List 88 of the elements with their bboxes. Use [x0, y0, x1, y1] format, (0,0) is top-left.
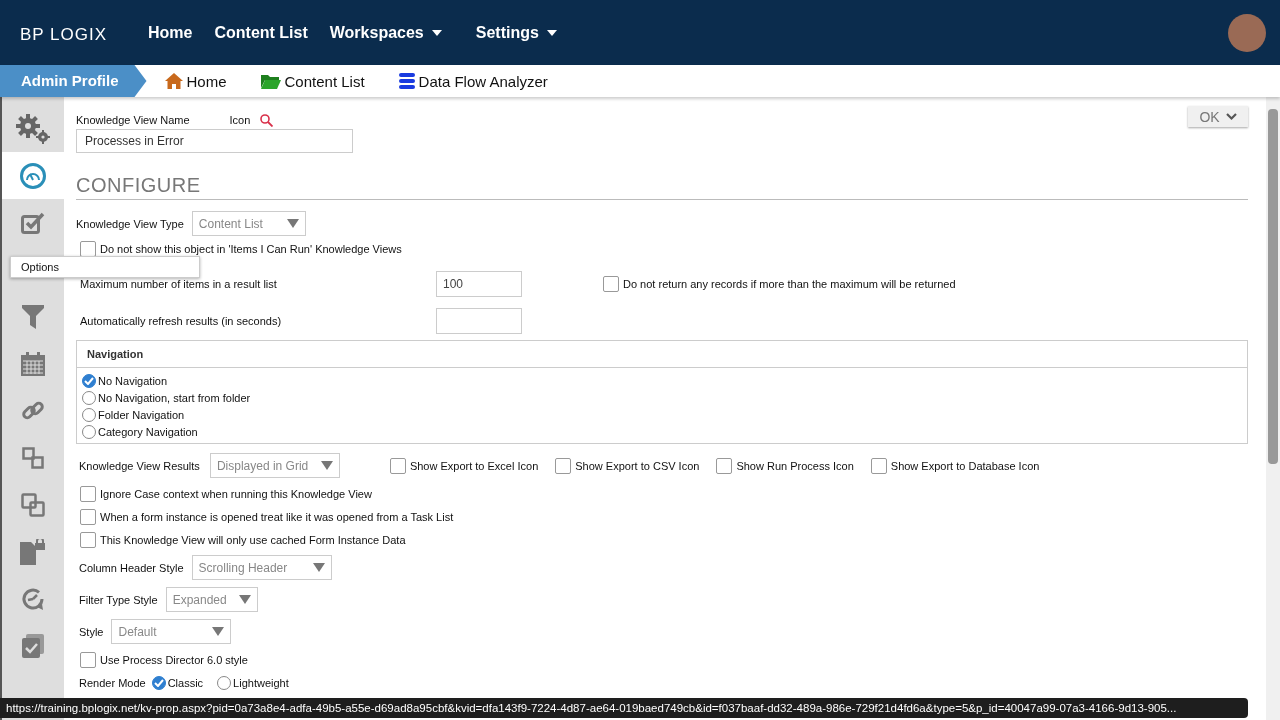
checkbox[interactable]	[80, 652, 96, 668]
calendar-icon	[21, 351, 45, 376]
caret-icon	[320, 461, 333, 470]
radio-button[interactable]	[82, 407, 96, 422]
checkbox-icon	[21, 211, 45, 234]
caret-icon	[286, 219, 299, 228]
caret-icon	[312, 563, 325, 572]
checkbox[interactable]	[80, 532, 96, 548]
caret-icon	[212, 627, 225, 636]
name-input-field[interactable]: Processes in Error	[76, 129, 353, 153]
select-dropdown[interactable]: Displayed in Grid	[209, 453, 340, 478]
gears-icon	[16, 113, 50, 144]
checkbox-label: Show Export to Excel Icon	[409, 459, 539, 472]
radio-button[interactable]	[82, 424, 96, 439]
status-bar-url: https://training.bplogix.net/kv-prop.aspx?pid=0a73a8e4-adfa-49b5-a55e-d69ad8a95cbf&kvid=dfa143f9-7224-4d87-ae64-019baed749cb&id=f037baaf-dd32-489a-986e-729f21d4fd6a&type=5&p_id=40047a99-07a3-4166-9d13-905...	[0, 698, 1248, 718]
checkbox[interactable]	[80, 486, 96, 502]
checked-document-icon	[22, 633, 44, 658]
radio-button[interactable]	[217, 675, 232, 690]
caret-icon	[546, 29, 557, 36]
field-label: Column Header Style	[79, 561, 184, 574]
number-input-field[interactable]: 100	[436, 271, 522, 297]
checkbox[interactable]	[80, 509, 96, 525]
radio-label: Category Navigation	[98, 425, 198, 438]
checkbox-label: Show Run Process Icon	[736, 459, 854, 472]
checkbox[interactable]	[389, 457, 406, 474]
database-icon	[398, 73, 415, 89]
radio-button[interactable]	[82, 373, 96, 388]
field-label: Icon	[229, 114, 251, 126]
field-label: Style	[79, 625, 104, 638]
checkbox-label: Show Export to CSV Icon	[575, 459, 700, 472]
checkbox[interactable]	[716, 457, 733, 474]
breadcrumb-link[interactable]: Data Flow Analyzer	[398, 72, 548, 90]
avatar[interactable]	[1228, 13, 1266, 52]
field-label: Maximum number of items in a result list	[80, 278, 278, 290]
house-icon	[164, 73, 183, 89]
field-label: Render Mode	[79, 676, 146, 689]
field-label: Knowledge View Results	[79, 459, 200, 472]
breadcrumb-link[interactable]: Content List	[260, 72, 365, 90]
copy-icon	[21, 492, 45, 517]
sidebar-item[interactable]	[2, 152, 64, 199]
folder-icon	[260, 73, 281, 89]
select-dropdown[interactable]: Expanded	[165, 587, 258, 612]
checkbox[interactable]	[603, 276, 619, 292]
radio-button[interactable]	[151, 675, 166, 690]
checkbox-label: Use Process Director 6.0 style	[100, 654, 248, 666]
field-label: Filter Type Style	[79, 593, 158, 606]
field-label: Knowledge View Name	[76, 114, 190, 126]
nav-link[interactable]: Home	[148, 23, 193, 42]
nav-link[interactable]: Workspaces	[329, 23, 442, 42]
checkbox-label: Do not show this object in 'Items I Can Run' Knowledge Views	[100, 243, 402, 255]
locked-document-icon	[20, 538, 46, 565]
squares-icon	[22, 446, 44, 469]
field-label: Knowledge View Type	[76, 217, 184, 230]
radio-label: Lightweight	[233, 676, 289, 689]
nav-link[interactable]: Settings	[475, 23, 557, 42]
radio-label: Folder Navigation	[98, 408, 185, 421]
section-title: CONFIGURE	[76, 174, 1248, 200]
select-dropdown[interactable]: Content List	[191, 211, 306, 236]
chevron-icon	[1225, 112, 1237, 121]
checkbox-label: When a form instance is opened treat like it was opened from a Task List	[100, 511, 454, 523]
breadcrumb-link[interactable]: Home	[164, 72, 227, 90]
checkbox-label: Do not return any records if more than the maximum will be returned	[623, 278, 956, 290]
checkbox-label: Show Export to Database Icon	[890, 459, 1040, 472]
panel-title: Navigation	[77, 341, 1247, 368]
field-label: Automatically refresh results (in seconds)	[80, 315, 283, 327]
checkbox-label: This Knowledge View will only use cached Form Instance Data	[100, 534, 406, 546]
checkbox[interactable]	[555, 457, 572, 474]
search-icon[interactable]	[260, 113, 274, 127]
checkbox[interactable]	[80, 241, 96, 257]
tooltip: Options	[10, 256, 200, 278]
checkbox[interactable]	[870, 457, 887, 474]
radio-label: No Navigation	[98, 374, 168, 387]
caret-icon	[238, 595, 251, 604]
clock-refresh-icon	[21, 586, 45, 611]
brand-logo[interactable]: BP LOGIX	[20, 24, 130, 45]
radio-label: No Navigation, start from folder	[98, 391, 251, 404]
ok-button[interactable]: OK	[1188, 106, 1248, 127]
select-dropdown[interactable]: Default	[111, 619, 232, 644]
number-input-field[interactable]	[436, 308, 522, 334]
funnel-icon	[22, 304, 44, 329]
select-dropdown[interactable]: Scrolling Header	[191, 555, 332, 580]
radio-button[interactable]	[82, 390, 96, 405]
caret-icon	[431, 29, 442, 36]
radio-label: Classic	[167, 676, 204, 689]
checkbox-label: Ignore Case context when running this Knowledge View	[100, 488, 372, 500]
nav-link[interactable]: Content List	[214, 23, 308, 42]
scrollbar[interactable]	[1266, 97, 1280, 720]
gauge-icon	[20, 162, 46, 189]
